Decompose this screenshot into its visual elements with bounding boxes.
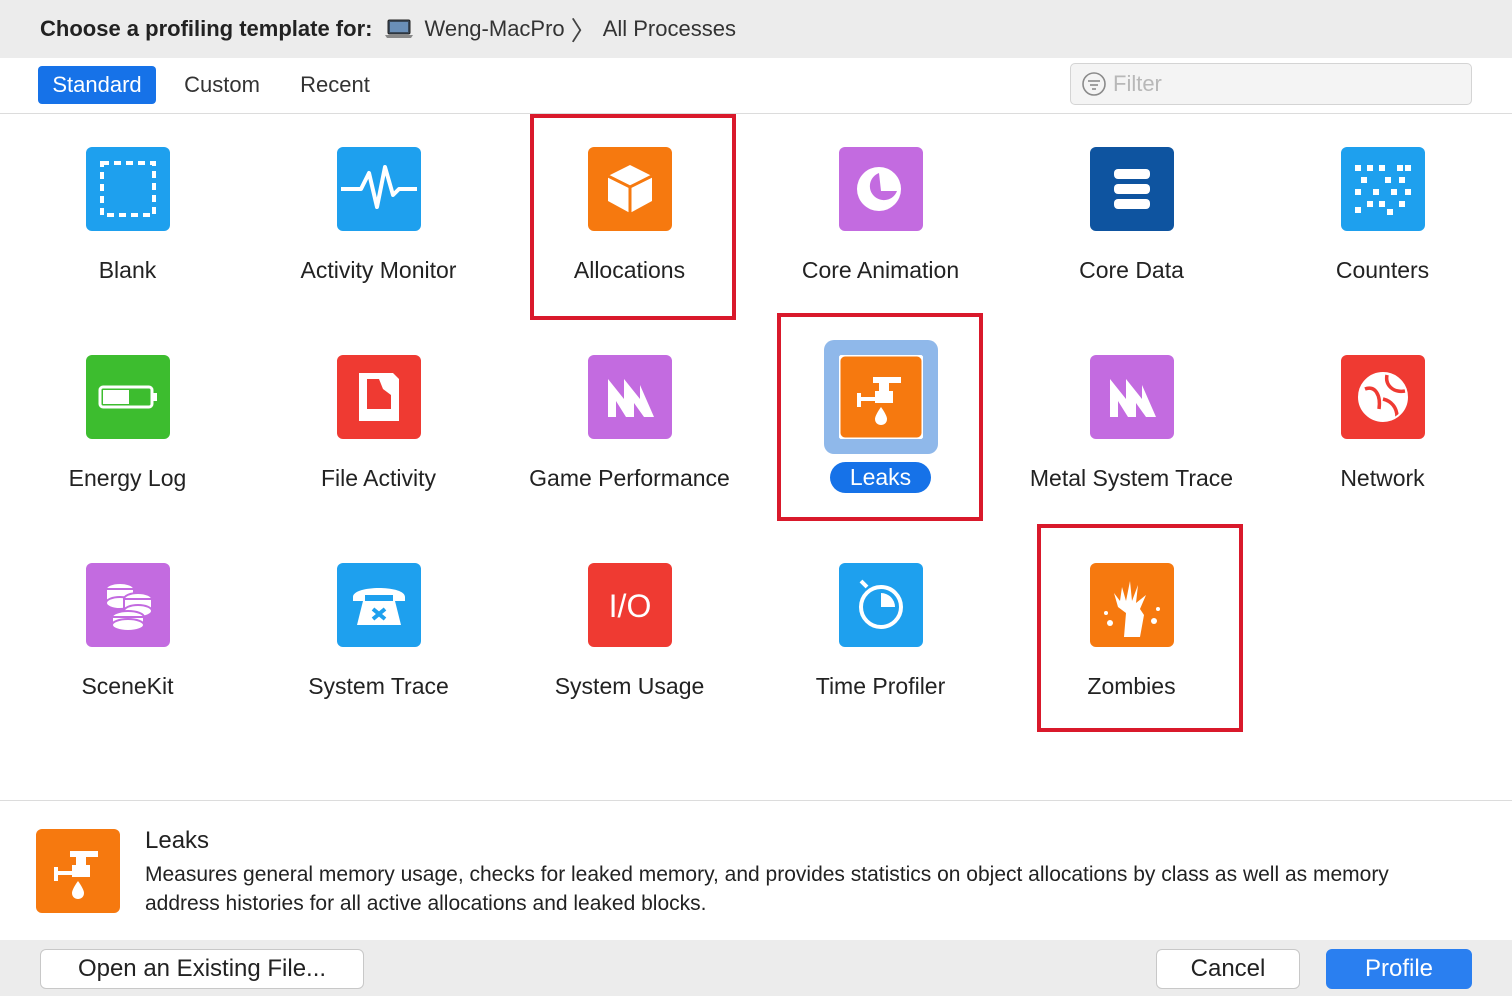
zombies-icon — [1089, 563, 1174, 647]
template-system-trace[interactable]: System Trace — [253, 563, 504, 701]
template-label: Time Profiler — [815, 673, 946, 699]
template-file-activity[interactable]: File Activity — [253, 355, 504, 493]
template-counters[interactable]: Counters — [1257, 147, 1508, 285]
description-text: Measures general memory usage, checks fo… — [145, 863, 1389, 915]
blank-icon — [85, 147, 170, 231]
template-prompt: Choose a profiling template for: — [40, 16, 373, 41]
template-label: Game Performance — [529, 465, 730, 491]
description-panel: Leaks Measures general memory usage, che… — [0, 800, 1512, 940]
template-label: Activity Monitor — [300, 257, 457, 283]
tab-recent[interactable]: Recent — [288, 66, 382, 104]
template-activity-monitor[interactable]: Activity Monitor — [253, 147, 504, 285]
template-energy-log[interactable]: Energy Log — [2, 355, 253, 493]
template-network[interactable]: Network — [1257, 355, 1508, 493]
template-allocations[interactable]: Allocations — [504, 147, 755, 285]
template-label: Core Data — [1079, 257, 1184, 283]
template-label: Zombies — [1087, 673, 1176, 699]
tabs-bar: Standard Custom Recent — [0, 58, 1512, 114]
open-existing-file-button[interactable]: Open an Existing File... — [40, 949, 364, 989]
template-label: Metal System Trace — [1029, 465, 1234, 491]
system-trace-icon — [336, 563, 421, 647]
laptop-icon — [384, 18, 414, 40]
template-game-performance[interactable]: Game Performance — [504, 355, 755, 493]
template-zombies[interactable]: Zombies — [1006, 563, 1257, 701]
template-leaks[interactable]: Leaks — [755, 340, 1006, 493]
filter-input[interactable] — [1113, 71, 1453, 97]
template-scenekit[interactable]: SceneKit — [2, 563, 253, 701]
counters-icon — [1340, 147, 1425, 231]
game-performance-icon — [587, 355, 672, 439]
tab-standard[interactable]: Standard — [38, 66, 156, 104]
tab-custom[interactable]: Custom — [170, 66, 274, 104]
template-label: Allocations — [573, 257, 686, 283]
template-label: Core Animation — [801, 257, 960, 283]
template-label: Leaks — [829, 462, 932, 493]
energy-log-icon — [85, 355, 170, 439]
cancel-button[interactable]: Cancel — [1156, 949, 1300, 989]
metal-system-trace-icon — [1089, 355, 1174, 439]
core-data-icon — [1089, 147, 1174, 231]
template-core-data[interactable]: Core Data — [1006, 147, 1257, 285]
template-label: File Activity — [320, 465, 437, 491]
leaks-icon — [838, 355, 923, 439]
chevron-right-icon: 〉 — [570, 15, 597, 46]
filter-icon — [1082, 72, 1106, 96]
profile-button[interactable]: Profile — [1326, 949, 1472, 989]
template-label: SceneKit — [81, 673, 174, 699]
template-system-usage[interactable]: I/O System Usage — [504, 563, 755, 701]
footer-bar: Open an Existing File... Cancel Profile — [0, 940, 1512, 996]
template-label: Blank — [98, 257, 157, 283]
file-activity-icon — [336, 355, 421, 439]
template-time-profiler[interactable]: Time Profiler — [755, 563, 1006, 701]
time-profiler-icon — [838, 563, 923, 647]
template-blank[interactable]: Blank — [2, 147, 253, 285]
template-label: System Usage — [554, 673, 705, 699]
scenekit-icon — [85, 563, 170, 647]
allocations-icon — [587, 147, 672, 231]
io-glyph: I/O — [608, 588, 651, 624]
leaks-icon — [36, 829, 120, 913]
core-animation-icon — [838, 147, 923, 231]
template-metal-system-trace[interactable]: Metal System Trace — [1006, 355, 1257, 493]
filter-field[interactable] — [1070, 63, 1472, 105]
process-target[interactable]: All Processes — [603, 16, 736, 42]
template-label: Counters — [1335, 257, 1430, 283]
template-label: Energy Log — [68, 465, 187, 491]
template-grid: Blank Activity Monitor Allocations Core … — [0, 114, 1512, 800]
selection-tile — [823, 340, 938, 454]
template-label: Network — [1340, 465, 1425, 491]
activity-monitor-icon — [336, 147, 421, 231]
title-bar: Choose a profiling template for: Weng-Ma… — [0, 0, 1512, 58]
template-label: System Trace — [308, 673, 449, 699]
description-title: Leaks — [145, 827, 210, 854]
template-core-animation[interactable]: Core Animation — [755, 147, 1006, 285]
network-icon — [1340, 355, 1425, 439]
system-usage-icon: I/O — [587, 563, 672, 647]
device-name[interactable]: Weng-MacPro — [424, 16, 564, 42]
